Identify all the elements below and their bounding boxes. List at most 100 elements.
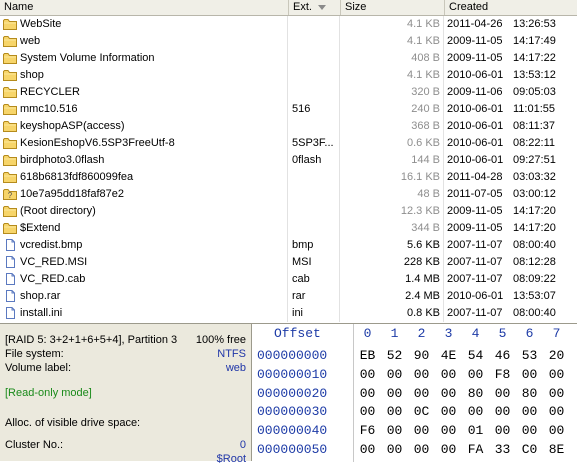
file-name: RECYCLER bbox=[0, 84, 288, 101]
hex-byte[interactable]: 00 bbox=[435, 384, 462, 403]
column-size-label: Size bbox=[345, 1, 367, 13]
hex-byte[interactable]: 00 bbox=[408, 440, 435, 459]
hex-row: 000000040 F6 00 00 00 01 00 00 00 bbox=[252, 421, 577, 440]
file-ext: bmp bbox=[289, 237, 340, 254]
column-header-created[interactable]: Created bbox=[445, 0, 577, 15]
hex-byte[interactable]: 00 bbox=[435, 402, 462, 421]
unknown-file-icon: ? bbox=[3, 188, 17, 200]
hex-byte[interactable]: 00 bbox=[354, 402, 381, 421]
file-name: install.ini bbox=[0, 305, 288, 322]
file-row[interactable]: keyshopASP(access) 368 B 2010-06-01 08:11:3… bbox=[0, 118, 577, 135]
hex-byte[interactable]: 90 bbox=[408, 346, 435, 365]
raid-partition-line: [RAID 5: 3+2+1+6+5+4], Partition 3 100% … bbox=[5, 333, 246, 347]
file-row[interactable]: birdphoto3.0flash 0flash 144 B 2010-06-01 09… bbox=[0, 152, 577, 169]
hex-byte[interactable]: 00 bbox=[489, 384, 516, 403]
hex-byte[interactable]: 80 bbox=[462, 384, 489, 403]
raid-partition-text: [RAID 5: 3+2+1+6+5+4], Partition 3 bbox=[5, 334, 178, 346]
file-created-date: 2011-07-05 bbox=[447, 188, 503, 200]
hex-byte[interactable]: 00 bbox=[489, 421, 516, 440]
hex-byte[interactable]: 00 bbox=[543, 421, 570, 440]
folder-icon bbox=[3, 103, 17, 115]
file-icon bbox=[3, 307, 17, 319]
hex-byte[interactable]: 00 bbox=[543, 384, 570, 403]
hex-byte[interactable]: 00 bbox=[462, 402, 489, 421]
hex-byte[interactable]: 33 bbox=[489, 440, 516, 459]
hex-byte[interactable]: 00 bbox=[381, 421, 408, 440]
hex-byte[interactable]: 4E bbox=[435, 346, 462, 365]
file-row[interactable]: shop.rar rar 2.4 MB 2010-06-01 13:53:07 bbox=[0, 288, 577, 305]
file-row[interactable]: vcredist.bmp bmp 5.6 KB 2007-11-07 08:00:40 bbox=[0, 237, 577, 254]
hex-byte[interactable]: 00 bbox=[516, 402, 543, 421]
hex-byte[interactable]: 00 bbox=[543, 365, 570, 384]
file-row[interactable]: KesionEshopV6.5SP3FreeUtf-8 5SP3F... 0.6 K… bbox=[0, 135, 577, 152]
hex-byte[interactable]: 54 bbox=[462, 346, 489, 365]
hex-byte[interactable]: 00 bbox=[381, 402, 408, 421]
file-row[interactable]: install.ini ini 0.8 KB 2007-11-07 08:00:40 bbox=[0, 305, 577, 322]
hex-byte[interactable]: 0C bbox=[408, 402, 435, 421]
file-row[interactable]: RECYCLER 320 B 2009-11-06 09:05:03 bbox=[0, 84, 577, 101]
hex-byte[interactable]: 52 bbox=[381, 346, 408, 365]
hex-byte[interactable]: FA bbox=[462, 440, 489, 459]
file-created: 2010-06-01 13:53:07 bbox=[445, 288, 577, 305]
file-ext: rar bbox=[289, 288, 340, 305]
file-row[interactable]: System Volume Information 408 B 2009-11-05… bbox=[0, 50, 577, 67]
file-row[interactable]: 10e7a95dd18faf87e2? 48 B 2011-07-05 03:00:1… bbox=[0, 186, 577, 203]
file-row[interactable]: 618b6813fdf860099fea 16.1 KB 2011-04-28 03:… bbox=[0, 169, 577, 186]
file-name: System Volume Information bbox=[0, 50, 288, 67]
hex-byte[interactable]: 00 bbox=[354, 384, 381, 403]
file-row[interactable]: web 4.1 KB 2009-11-05 14:17:49 bbox=[0, 33, 577, 50]
hex-byte[interactable]: 20 bbox=[543, 346, 570, 365]
file-row[interactable]: VC_RED.MSI MSI 228 KB 2007-11-07 08:12:28 bbox=[0, 254, 577, 271]
file-size: 12.3 KB bbox=[341, 203, 444, 220]
hex-byte[interactable]: 00 bbox=[489, 402, 516, 421]
file-row[interactable]: shop 4.1 KB 2010-06-01 13:53:12 bbox=[0, 67, 577, 84]
column-header-name[interactable]: Name bbox=[0, 0, 289, 15]
hex-editor-pane[interactable]: Offset 01234567 000000000 EB 52 90 4E 54 46 53 2… bbox=[252, 323, 577, 462]
hex-byte[interactable]: 8E bbox=[543, 440, 570, 459]
column-header-ext[interactable]: Ext. bbox=[289, 0, 341, 15]
file-created-time: 08:11:37 bbox=[513, 120, 556, 132]
hex-byte[interactable]: F6 bbox=[354, 421, 381, 440]
file-ext bbox=[289, 118, 340, 135]
hex-byte[interactable]: 00 bbox=[381, 440, 408, 459]
hex-byte[interactable]: 00 bbox=[408, 421, 435, 440]
hex-byte[interactable]: 00 bbox=[435, 440, 462, 459]
file-ext: MSI bbox=[289, 254, 340, 271]
hex-byte[interactable]: 00 bbox=[516, 365, 543, 384]
read-only-mode: [Read-only mode] bbox=[5, 387, 92, 399]
hex-byte[interactable]: 46 bbox=[489, 346, 516, 365]
hex-byte[interactable]: EB bbox=[354, 346, 381, 365]
folder-icon bbox=[3, 171, 17, 183]
hex-byte[interactable]: 00 bbox=[543, 402, 570, 421]
file-size: 144 B bbox=[341, 152, 444, 169]
file-row[interactable]: VC_RED.cab cab 1.4 MB 2007-11-07 08:09:22 bbox=[0, 271, 577, 288]
hex-byte[interactable]: 00 bbox=[435, 421, 462, 440]
hex-byte[interactable]: C0 bbox=[516, 440, 543, 459]
hex-byte[interactable]: F8 bbox=[489, 365, 516, 384]
column-header-size[interactable]: Size bbox=[341, 0, 445, 15]
hex-offset-header: Offset bbox=[274, 326, 321, 341]
file-ext bbox=[289, 67, 340, 84]
hex-byte[interactable]: 00 bbox=[408, 365, 435, 384]
hex-byte[interactable]: 01 bbox=[462, 421, 489, 440]
file-row[interactable]: mmc10.516 516 240 B 2010-06-01 11:01:55 bbox=[0, 101, 577, 118]
hex-byte[interactable]: 00 bbox=[381, 384, 408, 403]
hex-byte[interactable]: 00 bbox=[381, 365, 408, 384]
hex-byte[interactable]: 80 bbox=[516, 384, 543, 403]
folder-icon bbox=[3, 18, 17, 30]
hex-byte[interactable]: 00 bbox=[435, 365, 462, 384]
hex-byte[interactable]: 53 bbox=[516, 346, 543, 365]
file-name: 10e7a95dd18faf87e2 bbox=[0, 186, 288, 203]
file-size: 48 B bbox=[341, 186, 444, 203]
file-row[interactable]: WebSite 4.1 KB 2011-04-26 13:26:53 bbox=[0, 16, 577, 33]
hex-byte[interactable]: 00 bbox=[354, 365, 381, 384]
hex-byte[interactable]: 00 bbox=[408, 384, 435, 403]
hex-byte[interactable]: 00 bbox=[462, 365, 489, 384]
hex-byte[interactable]: 00 bbox=[516, 421, 543, 440]
file-row[interactable]: $Extend 344 B 2009-11-05 14:17:20 bbox=[0, 220, 577, 237]
hex-byte[interactable]: 00 bbox=[354, 440, 381, 459]
file-created: 2009-11-06 09:05:03 bbox=[445, 84, 577, 101]
file-list[interactable]: Name Ext. Size Created WebSite 4.1 KB 2011… bbox=[0, 0, 577, 322]
file-name: WebSite bbox=[0, 16, 288, 33]
file-row[interactable]: (Root directory) 12.3 KB 2009-11-05 14:17:2… bbox=[0, 203, 577, 220]
